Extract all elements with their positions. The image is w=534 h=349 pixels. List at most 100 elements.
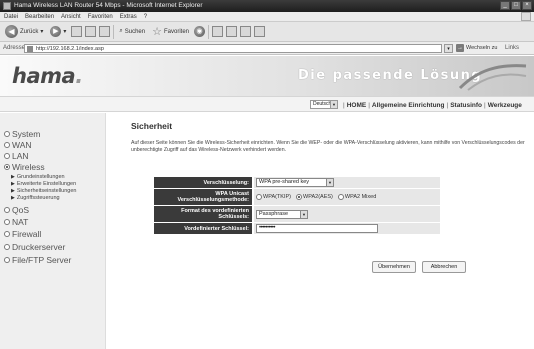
triangle-right-icon: ▶	[11, 195, 15, 201]
sidebar-item-wireless[interactable]: Wireless	[4, 162, 45, 172]
address-dropdown-icon[interactable]: ▾	[444, 44, 453, 53]
key-format-select[interactable]: Passphrase ▼	[256, 209, 308, 219]
sidebar-item-nat[interactable]: NAT	[4, 217, 28, 227]
preshared-key-input[interactable]: ••••••••••	[256, 224, 378, 233]
close-button[interactable]: ×	[522, 1, 532, 10]
sidebar-item-ftp-server[interactable]: File/FTP Server	[4, 255, 71, 265]
language-select[interactable]: Deutsch ▼	[310, 100, 338, 109]
wpa-method-field: WPA(TKIP) WPA2(AES) WPA2 Mixed	[254, 189, 440, 205]
home-icon[interactable]	[99, 26, 111, 37]
forward-dropdown-icon[interactable]: ▾	[63, 28, 66, 35]
radio-wpa-tkip[interactable]: WPA(TKIP)	[256, 194, 291, 200]
chevron-down-icon: ▼	[326, 179, 333, 186]
refresh-icon[interactable]	[85, 26, 97, 37]
nav-status[interactable]: Statusinfo	[450, 102, 482, 109]
triangle-right-icon: ▶	[11, 174, 15, 180]
edit-icon[interactable]	[240, 26, 251, 37]
radio-icon	[4, 153, 10, 159]
forward-button[interactable]: ▶ ▾	[48, 24, 68, 40]
maximize-button[interactable]: □	[511, 1, 521, 10]
messenger-icon[interactable]	[254, 26, 265, 37]
radio-icon	[4, 257, 10, 263]
go-arrow-icon: →	[456, 44, 464, 52]
radio-icon	[4, 219, 10, 225]
triangle-right-icon: ▶	[11, 181, 15, 187]
hama-logo: hama.	[12, 64, 83, 88]
window-controls: _ □ ×	[500, 1, 532, 10]
favorites-button[interactable]: ☆ Favoriten	[150, 24, 191, 40]
page-title: Sicherheit	[131, 121, 173, 131]
radio-wpa2-aes[interactable]: WPA2(AES)	[296, 194, 333, 200]
toolbar-separator	[208, 24, 209, 39]
search-icon: ⌕	[119, 28, 123, 34]
stop-icon[interactable]	[71, 26, 83, 37]
language-value: Deutsch	[313, 101, 332, 107]
radio-selected-icon	[296, 194, 303, 200]
window-title-bar: Hama Wireless LAN Router 54 Mbps - Micro…	[0, 0, 534, 12]
sidebar-item-lan[interactable]: LAN	[4, 151, 29, 161]
menu-datei[interactable]: Datei	[4, 12, 18, 21]
key-format-label: Format des vordefinierten Schlüssels:	[154, 206, 252, 222]
router-header: hama. Die passende Lösung	[0, 56, 534, 96]
preshared-key-field: ••••••••••	[254, 223, 440, 234]
radio-wpa2-mixed[interactable]: WPA2 Mixed	[337, 194, 376, 200]
links-button[interactable]: Links	[505, 42, 519, 55]
menu-extras[interactable]: Extras	[120, 12, 137, 21]
go-button[interactable]: → Wechseln zu	[456, 44, 497, 53]
menu-favoriten[interactable]: Favoriten	[88, 12, 113, 21]
encryption-label: Verschlüsselung:	[154, 177, 252, 188]
encryption-value: WPA pre-shared key	[259, 179, 310, 185]
radio-icon	[337, 194, 344, 200]
main-panel: Sicherheit Auf dieser Seite können Sie d…	[106, 113, 534, 349]
sidebar-item-system[interactable]: System	[4, 129, 40, 139]
swoosh-graphic-icon	[458, 64, 527, 91]
sidebar-subitem-advanced[interactable]: ▶ Erweiterte Einstellungen	[11, 181, 76, 188]
sidebar-subitem-access-control[interactable]: ▶ Zugriffssteuerung	[11, 195, 60, 202]
radio-icon	[256, 194, 262, 200]
search-button[interactable]: ⌕ Suchen	[117, 24, 147, 40]
sidebar-subitem-basic[interactable]: ▶ Grundeinstellungen	[11, 174, 65, 181]
window-title: Hama Wireless LAN Router 54 Mbps - Micro…	[14, 2, 203, 9]
media-icon[interactable]: ◉	[194, 26, 205, 37]
chevron-down-icon: ▼	[300, 210, 307, 218]
menu-help[interactable]: ?	[144, 12, 147, 21]
menu-ansicht[interactable]: Ansicht	[61, 12, 81, 21]
sidebar-subitem-security[interactable]: ▶ Sicherheitseinstellungen	[11, 188, 76, 195]
address-url: http://192.168.2.1/index.asp	[36, 46, 104, 52]
radio-icon	[4, 207, 10, 213]
radio-icon	[4, 231, 10, 237]
cancel-button[interactable]: Abbrechen	[422, 261, 466, 273]
sidebar-item-qos[interactable]: QoS	[4, 205, 29, 215]
back-dropdown-icon[interactable]: ▾	[40, 28, 43, 35]
radio-selected-icon	[4, 164, 10, 170]
mail-icon[interactable]	[212, 26, 223, 37]
sidebar-item-firewall[interactable]: Firewall	[4, 229, 41, 239]
radio-icon	[4, 244, 10, 250]
address-input[interactable]: http://192.168.2.1/index.asp	[24, 44, 442, 53]
nav-home[interactable]: HOME	[347, 102, 367, 109]
slogan: Die passende Lösung	[298, 68, 483, 83]
minimize-button[interactable]: _	[500, 1, 510, 10]
apply-button[interactable]: Übernehmen	[372, 261, 416, 273]
logo-text: hama	[12, 64, 76, 88]
sidebar-item-printserver[interactable]: Druckerserver	[4, 242, 65, 252]
key-format-field: Passphrase ▼	[254, 206, 440, 222]
triangle-right-icon: ▶	[11, 188, 15, 194]
page-content: hama. Die passende Lösung Deutsch ▼ | HO…	[0, 56, 534, 349]
back-label: Zurück	[20, 28, 39, 35]
print-icon[interactable]	[226, 26, 237, 37]
back-arrow-icon: ◀	[5, 25, 18, 38]
nav-general-setup[interactable]: Allgemeine Einrichtung	[372, 102, 445, 109]
nav-tools[interactable]: Werkzeuge	[488, 102, 522, 109]
page-description: Auf dieser Seite können Sie die Wireless…	[131, 140, 525, 153]
key-format-value: Passphrase	[259, 210, 289, 217]
sidebar-item-wan[interactable]: WAN	[4, 140, 32, 150]
ie-icon	[3, 2, 11, 10]
windows-logo-icon	[521, 12, 531, 21]
menu-bearbeiten[interactable]: Bearbeiten	[25, 12, 54, 21]
forward-arrow-icon: ▶	[50, 26, 62, 37]
toolbar: ◀ Zurück ▾ ▶ ▾ ⌕ Suchen ☆ Favoriten ◉	[0, 22, 534, 42]
encryption-select[interactable]: WPA pre-shared key ▼	[256, 178, 334, 187]
back-button[interactable]: ◀ Zurück ▾	[3, 24, 45, 40]
search-label: Suchen	[124, 28, 146, 35]
